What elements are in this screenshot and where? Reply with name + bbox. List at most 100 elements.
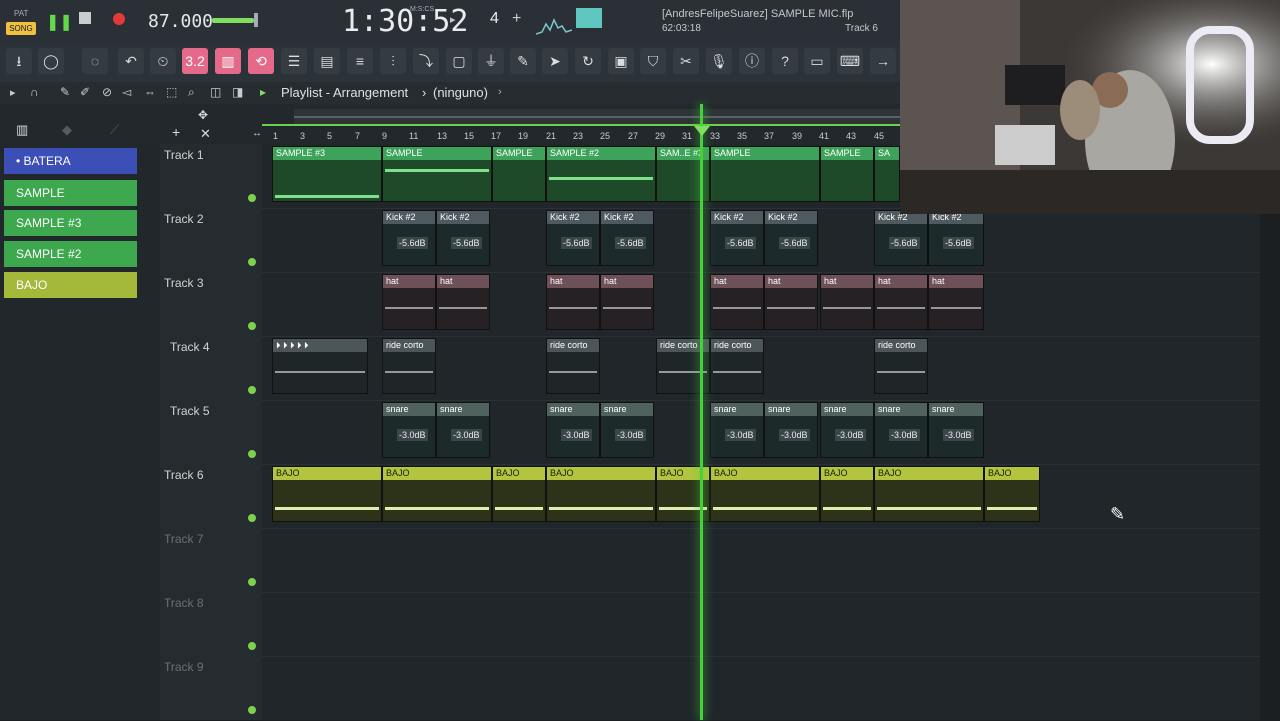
loop-record-icon[interactable]: ⟲ (248, 48, 274, 74)
pause-button[interactable]: ❚❚ (46, 12, 73, 32)
track-mute-led[interactable] (248, 642, 256, 650)
audio-clip[interactable]: ride corto (710, 338, 764, 394)
pattern-clip[interactable]: BAJO (984, 466, 1040, 522)
help-icon[interactable]: ? (772, 48, 798, 74)
audio-clip[interactable]: snare -3.0dB (928, 402, 984, 458)
audio-clip[interactable]: Kick #2 -5.6dB (382, 210, 436, 266)
track-mute-led[interactable] (248, 578, 256, 586)
picker-item-sample[interactable]: SAMPLE (4, 180, 137, 206)
pat-label[interactable]: PAT (14, 9, 28, 18)
picker-item-bajo[interactable]: BAJO (4, 272, 137, 298)
track-header[interactable]: Track 2 (160, 208, 262, 273)
menu-arrow-icon[interactable]: ▸ (10, 86, 16, 99)
step-record-icon[interactable]: ▥ (215, 48, 241, 74)
playlist-icon[interactable]: ☰ (281, 48, 307, 74)
pattern-clip[interactable]: SA (874, 146, 900, 202)
track-header[interactable]: Track 3 (160, 272, 262, 337)
download-icon[interactable]: ⭳ (6, 48, 32, 74)
add-track-icon[interactable]: + (172, 124, 180, 140)
audio-clip[interactable]: hat (546, 274, 600, 330)
audio-clip[interactable]: hat (764, 274, 818, 330)
tempo-display[interactable]: 87.000 (148, 11, 213, 32)
pattern-number[interactable]: 4 (490, 10, 499, 28)
audio-clip[interactable]: snare -3.0dB (820, 402, 874, 458)
play-icon[interactable]: ▸ (260, 85, 266, 99)
track-mute-led[interactable] (248, 706, 256, 714)
track-mute-led[interactable] (248, 514, 256, 522)
overview-strip[interactable] (294, 109, 900, 125)
brush-icon[interactable]: ✎ (510, 48, 536, 74)
audio-clip[interactable]: Kick #2 -5.6dB (546, 210, 600, 266)
audio-clip[interactable]: ride corto (874, 338, 928, 394)
audio-clip[interactable]: Kick #2 -5.6dB (764, 210, 818, 266)
close-icon[interactable]: ✕ (200, 126, 211, 142)
delete-icon[interactable]: ⊘ (102, 85, 112, 99)
automation-icon[interactable]: ⟋ (110, 122, 119, 138)
track-lane[interactable] (262, 528, 1260, 593)
channel-rack-icon[interactable]: ≡ (347, 48, 373, 74)
pencil-icon[interactable]: ✎ (60, 85, 70, 99)
audio-clip[interactable]: snare -3.0dB (764, 402, 818, 458)
pattern-clip[interactable]: SAMPLE (492, 146, 546, 202)
loop-region[interactable] (262, 124, 902, 126)
info-icon[interactable]: ⓘ (739, 48, 765, 74)
add-pattern-icon[interactable]: + (512, 10, 521, 28)
slip-icon[interactable]: ⇔ (144, 85, 156, 99)
audio-clip[interactable]: hat (382, 274, 436, 330)
audio-clip[interactable]: hat (874, 274, 928, 330)
pattern-clip[interactable]: BAJO (492, 466, 546, 522)
pattern-clip[interactable]: SAMPLE (820, 146, 874, 202)
paint-icon[interactable]: ✐ (80, 85, 90, 99)
pattern-clip[interactable]: SAMPLE #2 (546, 146, 656, 202)
window-icon[interactable]: ▭ (804, 48, 830, 74)
track-mute-led[interactable] (248, 322, 256, 330)
waveform-icon[interactable]: ◆ (62, 122, 72, 138)
magnet-icon[interactable]: ∩ (30, 85, 39, 99)
next-icon[interactable]: → (870, 48, 896, 74)
audio-clip[interactable]: snare -3.0dB (382, 402, 436, 458)
track-header[interactable]: Track 6 (160, 464, 262, 529)
save-icon[interactable]: ▣ (608, 48, 634, 74)
audio-clip[interactable]: snare -3.0dB (436, 402, 490, 458)
track-header[interactable]: Track 8 (160, 592, 262, 657)
playlist-grid[interactable]: SAMPLE #3 SAMPLE SAMPLE SAMPLE #2 SAM..E… (262, 144, 1260, 720)
pattern-clip[interactable]: BAJO (820, 466, 874, 522)
plugin-icon[interactable]: ▢ (446, 48, 472, 74)
audio-clip[interactable]: Kick #2 -5.6dB (710, 210, 764, 266)
speaker-icon[interactable]: ◨ (232, 85, 243, 99)
picker-item-sample-2[interactable]: SAMPLE #2 (4, 241, 137, 267)
track-mute-led[interactable] (248, 258, 256, 266)
track-header[interactable]: Track 7 (160, 528, 262, 593)
track-header[interactable]: Track 9 (160, 656, 262, 721)
wait-icon[interactable]: ⏲ (150, 48, 176, 74)
playback-icon[interactable]: ◫ (210, 85, 221, 99)
audio-clip[interactable]: snare -3.0dB (874, 402, 928, 458)
knob-icon[interactable]: ◯ (38, 48, 64, 74)
mute-icon[interactable]: ◅ (122, 85, 131, 99)
expand-icon[interactable]: ↔ (252, 128, 262, 139)
pattern-selector[interactable]: (ninguno) (433, 85, 488, 100)
cut-icon[interactable]: ✂ (673, 48, 699, 74)
track-mute-led[interactable] (248, 386, 256, 394)
snap-button[interactable]: 3.2 (182, 48, 208, 74)
audio-clip[interactable]: Kick #2 -5.6dB (600, 210, 654, 266)
shuffle-icon[interactable]: ✥ (198, 108, 208, 122)
playhead-marker-icon[interactable] (694, 126, 710, 136)
audio-clip[interactable]: snare -3.0dB (546, 402, 600, 458)
mic-icon[interactable]: 🎙 (706, 48, 732, 74)
pattern-clip[interactable]: BAJO (710, 466, 820, 522)
track-mute-led[interactable] (248, 194, 256, 202)
pattern-clip[interactable]: BAJO (546, 466, 656, 522)
master-volume-slider[interactable] (212, 18, 254, 23)
metronome-icon[interactable]: ◌ (82, 48, 108, 74)
mixer-icon[interactable]: ⫶ (380, 48, 406, 74)
audio-clip[interactable]: hat (820, 274, 874, 330)
pattern-arrow-icon[interactable]: › (498, 86, 502, 98)
audio-clip[interactable]: ⏵ ⏵ ⏵ ⏵ ⏵ (272, 338, 368, 394)
audio-clip[interactable]: Kick #2 -5.6dB (874, 210, 928, 266)
playhead[interactable] (700, 104, 703, 720)
pattern-clip[interactable]: SAMPLE (710, 146, 820, 202)
play-small-icon[interactable]: ▸ (450, 13, 456, 26)
track-header[interactable]: Track 5 (160, 400, 262, 465)
undo-icon[interactable]: ↶ (118, 48, 144, 74)
